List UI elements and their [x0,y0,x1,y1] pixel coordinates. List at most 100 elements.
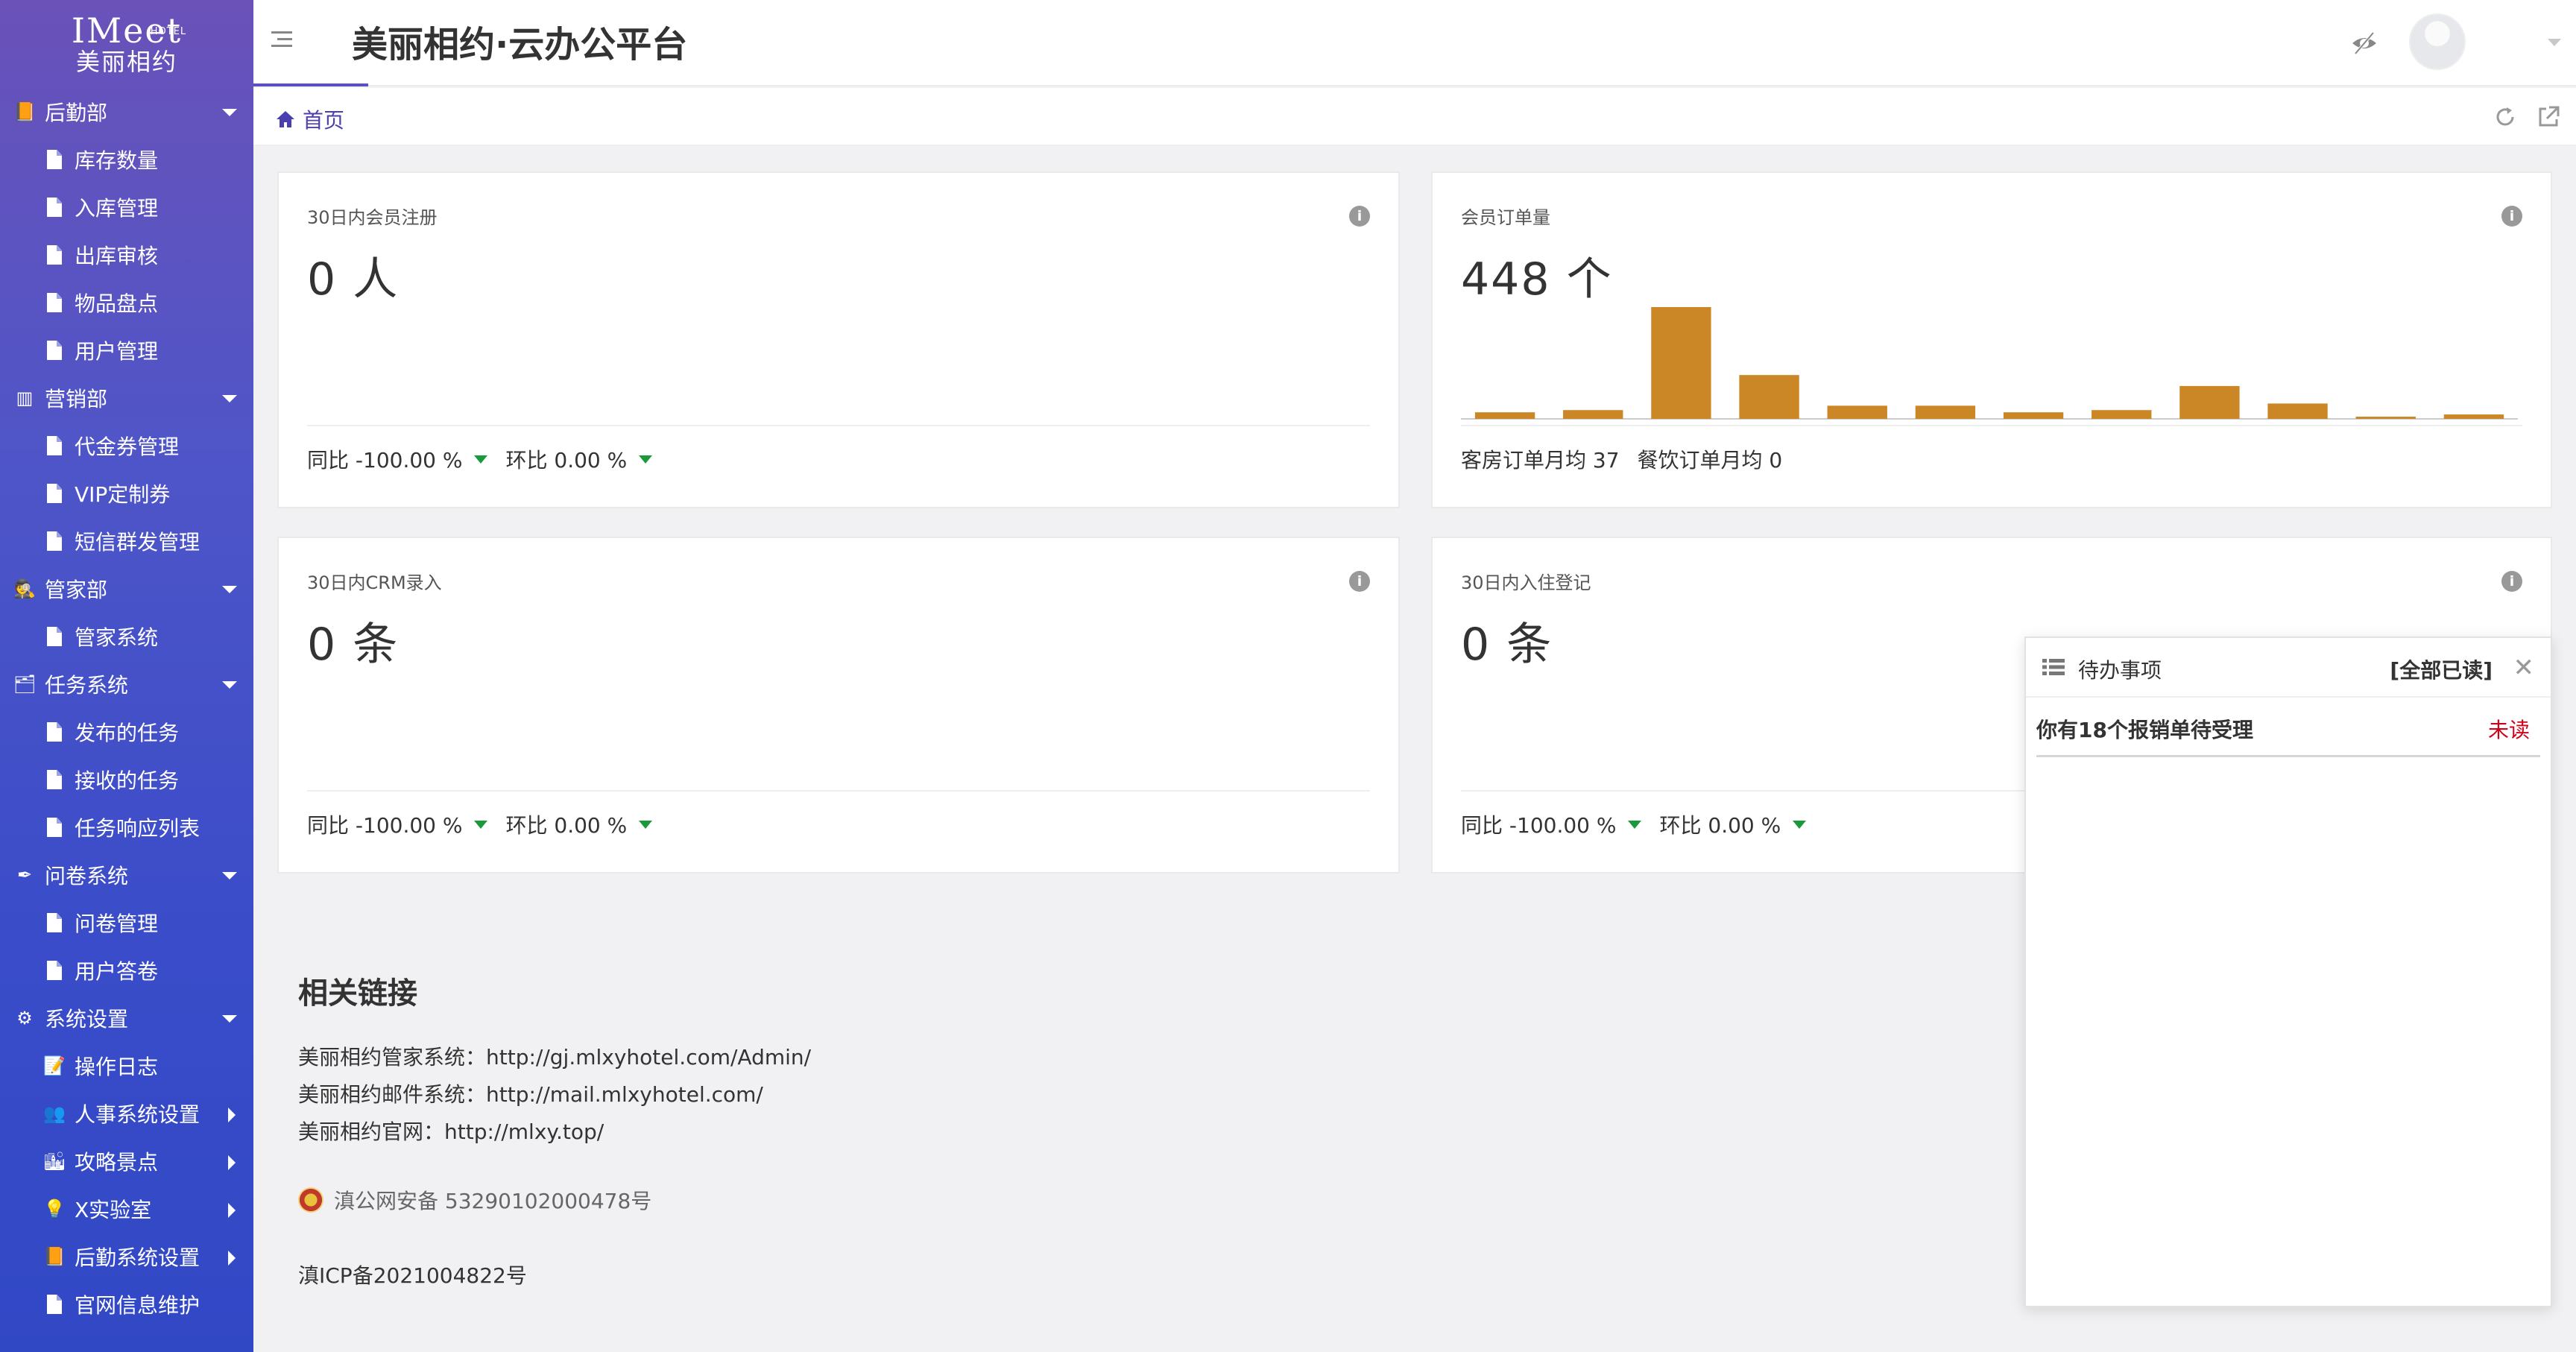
document-icon [43,816,66,838]
sidebar-item[interactable]: 📝 操作日志 [0,1042,253,1090]
sidebar-item[interactable]: 入库管理 [0,183,253,231]
logistics-icon: 📙 [43,1246,66,1267]
sidebar-item[interactable]: 💡 X实验室 [0,1185,253,1233]
chart-bar[interactable] [2267,403,2328,419]
sidebar-item[interactable]: 管家系统 [0,613,253,660]
todo-item[interactable]: 你有18个报销单待受理 未读 [2036,698,2540,757]
chevron-down-icon [222,109,237,116]
sidebar-item[interactable]: 🕵 管家部 [0,565,253,613]
chart-bar[interactable] [2443,414,2504,419]
orders-bar-chart [1461,307,2518,420]
sidebar-item[interactable]: 官网信息维护 [0,1280,253,1328]
sidebar-item-label: 任务系统 [45,673,129,698]
sidebar-item[interactable]: 👥 人事系统设置 [0,1090,253,1137]
info-icon[interactable]: i [1349,206,1370,227]
document-icon [43,291,66,314]
todo-title: 待办事项 [2078,658,2162,683]
bulb-icon: 💡 [43,1198,66,1219]
sidebar-item[interactable]: 📙 后勤系统设置 [0,1233,253,1280]
refresh-icon[interactable] [2493,104,2518,130]
sidebar-item[interactable]: 问卷管理 [0,899,253,947]
chevron-down-icon [222,1015,237,1023]
sidebar-item[interactable]: 库存数量 [0,136,253,183]
person-icon: 👥 [43,1103,66,1124]
yoy-stat: 同比 -100.00 % [307,448,463,473]
sidebar-item[interactable]: 📙 后勤部 [0,88,253,136]
sidebar-item[interactable]: 🏙 攻略景点 [0,1137,253,1185]
card-value: 0 人 [307,253,400,306]
document-icon [43,244,66,266]
home-icon [277,111,294,127]
down-triangle-icon [474,455,488,464]
document-icon [43,148,66,171]
chart-bar[interactable] [1474,412,1535,419]
info-icon[interactable]: i [2501,571,2522,592]
popout-icon[interactable] [2536,104,2561,130]
sidebar-item[interactable]: VIP定制券 [0,470,253,517]
chart-bar[interactable] [1739,375,1799,419]
tabs-bar: 首页 [253,88,2576,146]
sidebar-item[interactable]: 代金券管理 [0,422,253,470]
mark-all-read-button[interactable]: [全部已读] [2390,654,2493,684]
info-icon[interactable]: i [1349,571,1370,592]
mom-stat: 环比 0.00 % [505,813,628,838]
sidebar-item[interactable]: 🗂 任务系统 [0,660,253,708]
chevron-down-icon [222,586,237,593]
link-official-site[interactable]: 美丽相约官网：http://mlxy.top/ [298,1113,811,1151]
chevron-right-icon [228,1155,236,1170]
chart-bar[interactable] [2003,412,2064,419]
document-icon [43,196,66,218]
chart-bar[interactable] [1827,405,1887,419]
sidebar-item-label: 入库管理 [75,196,159,221]
sidebar-item[interactable]: 用户管理 [0,326,253,374]
hide-eye-icon[interactable] [2349,28,2379,58]
chart-bar[interactable] [1563,410,1623,419]
sidebar-item-label: 系统设置 [45,1007,129,1032]
chart-bar[interactable] [2092,410,2152,419]
chevron-down-icon [222,395,237,402]
sidebar-item[interactable]: ⚙ 系统设置 [0,994,253,1042]
link-butler-system[interactable]: 美丽相约管家系统：http://gj.mlxyhotel.com/Admin/ [298,1039,811,1076]
task-icon: 🗂 [13,674,37,695]
sidebar-item-label: 人事系统设置 [75,1102,201,1127]
mom-stat: 环比 0.00 % [505,448,628,473]
logo[interactable]: IMeet HOTEL 美丽相约 [0,0,253,88]
sidebar-item[interactable]: ✒ 问卷系统 [0,851,253,899]
tab-home[interactable]: 首页 [276,104,344,134]
sidebar-item-label: 后勤部 [45,101,108,125]
chart-bar[interactable] [2179,385,2240,419]
link-mail-system[interactable]: 美丽相约邮件系统：http://mail.mlxyhotel.com/ [298,1076,811,1113]
chart-bar[interactable] [1915,405,1976,419]
sidebar-item[interactable]: 任务响应列表 [0,803,253,851]
card-stats: 同比 -100.00 % 环比 0.00 % [307,809,670,839]
close-icon[interactable]: ✕ [2513,653,2535,683]
down-triangle-icon [1793,820,1807,829]
avatar[interactable] [2409,13,2466,70]
sidebar-item-label: 任务响应列表 [75,816,201,841]
sidebar-item[interactable]: 发布的任务 [0,708,253,756]
menu-toggle-icon[interactable] [271,31,292,52]
police-beian[interactable]: 滇公网安备 53290102000478号 [298,1185,651,1215]
card-stats: 同比 -100.00 % 环比 0.00 % [1461,809,1824,839]
chart-bar[interactable] [2355,417,2416,419]
sidebar-item[interactable]: 短信群发管理 [0,517,253,565]
card-value: 0 条 [1461,619,1553,671]
icp-record[interactable]: 滇ICP备2021004822号 [298,1260,527,1289]
sidebar-item[interactable]: 用户答卷 [0,947,253,994]
card-value: 0 条 [307,619,400,671]
sidebar-item-label: 库存数量 [75,148,159,173]
sidebar-item[interactable]: 出库审核 [0,231,253,279]
sidebar-item-label: 官网信息维护 [75,1293,201,1318]
mom-stat: 环比 0.00 % [1659,813,1781,838]
sidebar-item-label: VIP定制券 [75,482,171,507]
sidebar-item[interactable]: 物品盘点 [0,279,253,326]
sidebar-item[interactable]: 接收的任务 [0,756,253,803]
sidebar-item[interactable]: ▥ 营销部 [0,374,253,422]
chevron-right-icon [228,1203,236,1218]
chevron-down-icon[interactable] [2548,39,2561,46]
chart-bar[interactable] [1651,307,1711,419]
card-crm-entries: 30日内CRM录入 i 0 条 同比 -100.00 % 环比 0.00 % [277,537,1400,874]
info-icon[interactable]: i [2501,206,2522,227]
butler-icon: 🕵 [13,578,36,599]
document-icon [43,339,66,361]
